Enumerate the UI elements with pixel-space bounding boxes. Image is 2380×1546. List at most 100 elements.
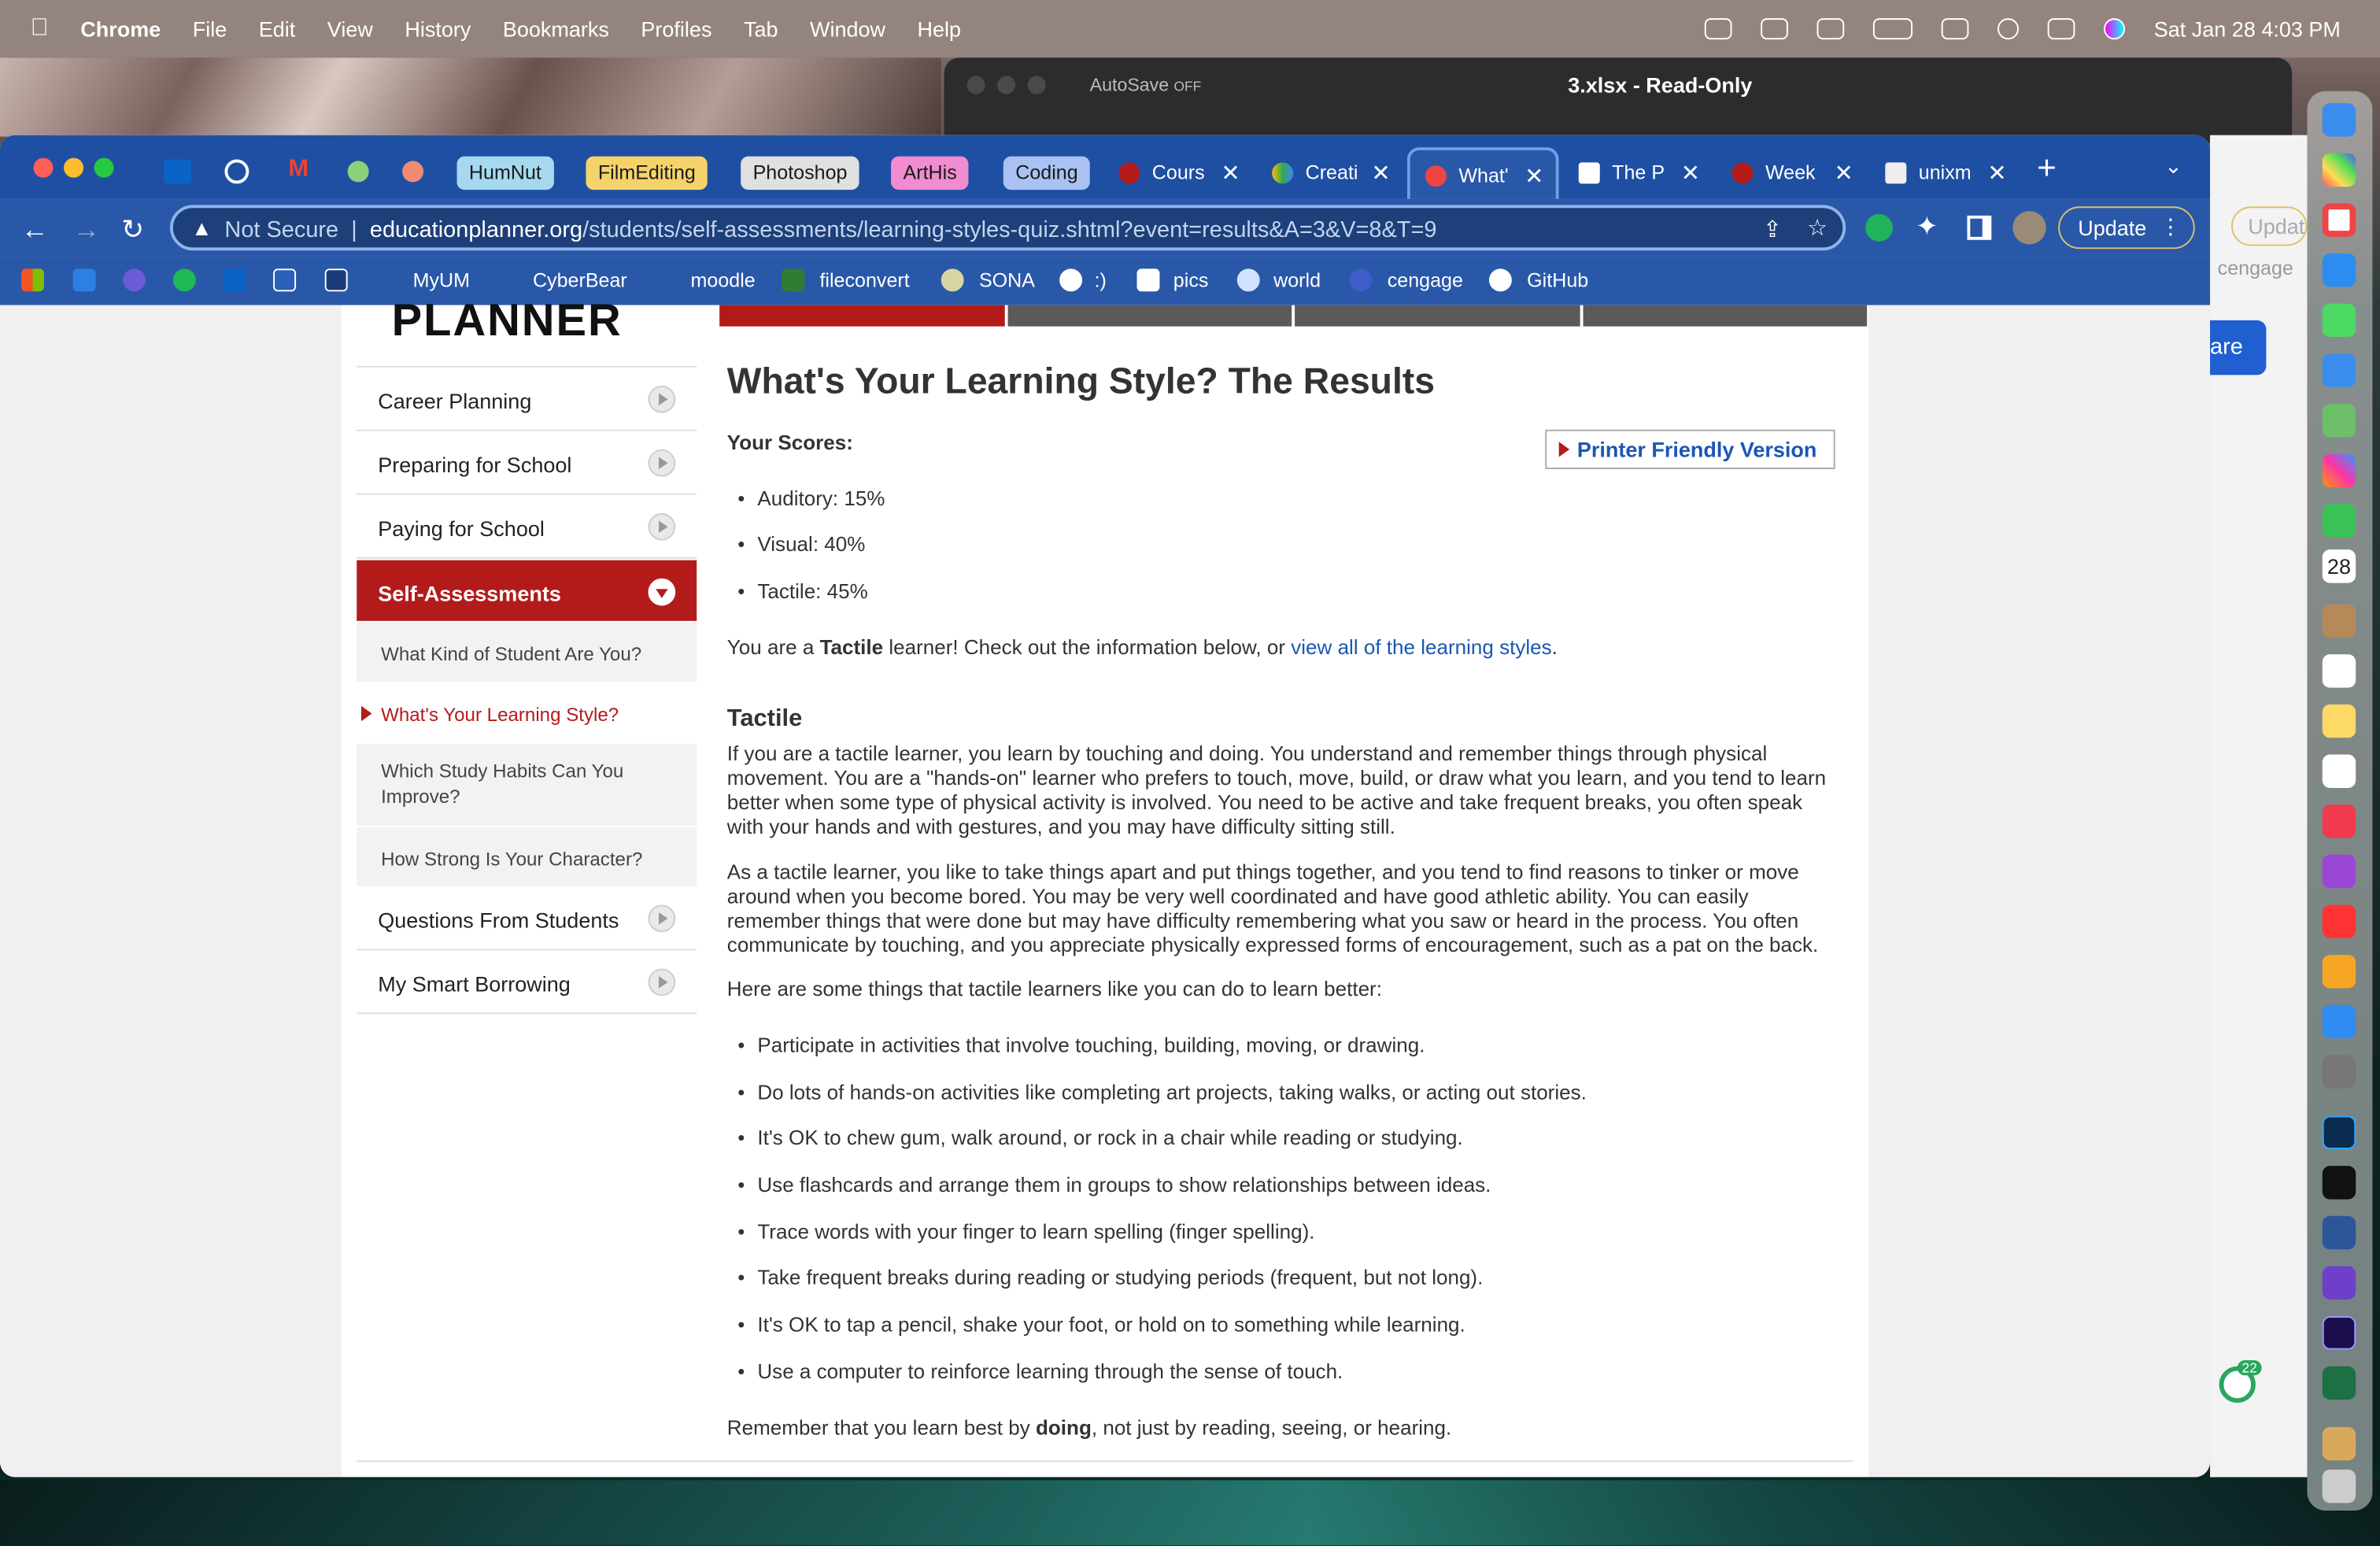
reload-icon[interactable]: ↻ bbox=[121, 214, 144, 246]
tab-group-humnut[interactable]: HumNut bbox=[456, 156, 554, 190]
menu-tab[interactable]: Tab bbox=[744, 17, 778, 41]
news-icon[interactable] bbox=[2322, 904, 2356, 938]
bookmark-fileconvert[interactable]: fileconvert bbox=[819, 268, 909, 291]
outlook-bookmark-icon[interactable] bbox=[223, 268, 246, 292]
spotify-icon[interactable] bbox=[172, 268, 196, 292]
microsoft-bookmark-icon[interactable] bbox=[21, 268, 44, 292]
apple-icon[interactable]:  bbox=[31, 15, 49, 43]
excel-minimize-button[interactable] bbox=[997, 76, 1016, 94]
link-icon[interactable] bbox=[1941, 18, 1969, 40]
outlook-tab-icon[interactable] bbox=[164, 159, 192, 184]
tab-group-coding[interactable]: Coding bbox=[1003, 156, 1091, 190]
view-all-styles-link[interactable]: view all of the learning styles bbox=[1291, 636, 1551, 659]
sidebar-subitem-learning-style[interactable]: What's Your Learning Style? bbox=[357, 682, 697, 743]
close-tab-icon[interactable]: ✕ bbox=[1987, 160, 2006, 187]
new-tab-icon[interactable]: + bbox=[2037, 149, 2057, 188]
music-icon[interactable] bbox=[2322, 804, 2356, 838]
bookmark-icon[interactable] bbox=[123, 268, 146, 292]
freeform-icon[interactable] bbox=[2322, 754, 2356, 788]
tab-group-arthis[interactable]: ArtHis bbox=[891, 156, 970, 190]
airdrop-icon[interactable] bbox=[1761, 18, 1788, 40]
tab-unixm[interactable]: unixm ✕ bbox=[1870, 147, 2019, 199]
excel-close-button[interactable] bbox=[966, 76, 985, 94]
background-bookmark[interactable]: cengage bbox=[2218, 257, 2293, 279]
app-store-icon[interactable] bbox=[2322, 1004, 2356, 1039]
menu-bookmarks[interactable]: Bookmarks bbox=[503, 17, 609, 41]
nav-tab[interactable] bbox=[1295, 305, 1580, 327]
gmail-tab-icon[interactable]: M bbox=[288, 157, 309, 184]
reminders-icon[interactable] bbox=[2322, 654, 2356, 688]
safari-icon[interactable] bbox=[2322, 253, 2356, 287]
menu-clock[interactable]: Sat Jan 28 4:03 PM bbox=[2154, 17, 2341, 41]
bookmark-moodle[interactable]: moodle bbox=[691, 268, 756, 291]
premiere-icon[interactable] bbox=[2322, 1316, 2356, 1350]
maps-icon[interactable] bbox=[2322, 404, 2356, 438]
nav-tab[interactable] bbox=[1007, 305, 1292, 327]
tab-create[interactable]: Creati ✕ bbox=[1257, 147, 1402, 199]
minimize-window-button[interactable] bbox=[64, 157, 84, 178]
photos-icon[interactable] bbox=[2322, 453, 2356, 488]
word-icon[interactable] bbox=[2322, 1215, 2356, 1250]
site-logo[interactable]: PLANNER bbox=[392, 296, 623, 335]
control-center-icon[interactable] bbox=[2047, 18, 2075, 40]
close-window-button[interactable] bbox=[33, 157, 54, 178]
excel-dock-icon[interactable] bbox=[2322, 1366, 2356, 1400]
close-tab-icon[interactable]: ✕ bbox=[1524, 162, 1543, 190]
tab-learning-style[interactable]: What' ✕ bbox=[1406, 147, 1559, 199]
github-desktop-icon[interactable] bbox=[2322, 1266, 2356, 1300]
sidebar-item-self-assessments[interactable]: Self-Assessments bbox=[357, 560, 697, 621]
close-tab-icon[interactable]: ✕ bbox=[1835, 160, 1853, 187]
bookmark-world[interactable]: world bbox=[1273, 268, 1321, 291]
menu-app-name[interactable]: Chrome bbox=[80, 17, 161, 41]
trash-icon[interactable] bbox=[2322, 1469, 2356, 1503]
menu-window[interactable]: Window bbox=[810, 17, 885, 41]
zoom-window-button[interactable] bbox=[94, 157, 114, 178]
bookmark-pics[interactable]: pics bbox=[1173, 268, 1209, 291]
close-tab-icon[interactable]: ✕ bbox=[1221, 160, 1240, 187]
chrome-dock-icon[interactable] bbox=[2322, 203, 2356, 237]
side-panel-icon[interactable] bbox=[1967, 215, 1992, 240]
extensions-icon[interactable]: ✦ bbox=[1916, 211, 1938, 243]
system-settings-icon[interactable] bbox=[2322, 1055, 2356, 1089]
excel-zoom-button[interactable] bbox=[1027, 76, 1046, 94]
sidebar-item-questions-from-students[interactable]: Questions From Students bbox=[357, 886, 697, 951]
terminal-icon[interactable] bbox=[2322, 1166, 2356, 1200]
photoshop-icon[interactable] bbox=[2322, 1115, 2356, 1149]
menu-profiles[interactable]: Profiles bbox=[641, 17, 711, 41]
launchpad-icon[interactable] bbox=[2322, 153, 2356, 187]
menu-help[interactable]: Help bbox=[918, 17, 962, 41]
mail-icon[interactable] bbox=[2322, 353, 2356, 387]
siri-icon[interactable] bbox=[2104, 18, 2126, 40]
bookmark-myum[interactable]: MyUM bbox=[413, 268, 470, 291]
bookmark-sona[interactable]: SONA bbox=[979, 268, 1035, 291]
calendar-bookmark-icon[interactable] bbox=[72, 268, 96, 292]
sidebar-subitem-character[interactable]: How Strong Is Your Character? bbox=[357, 827, 697, 887]
grammarly-extension-icon[interactable] bbox=[1865, 213, 1893, 242]
sidebar-item-preparing-for-school[interactable]: Preparing for School bbox=[357, 431, 697, 495]
notes-icon[interactable] bbox=[2322, 704, 2356, 738]
pinned-tab-icon[interactable] bbox=[402, 161, 424, 183]
tab-week[interactable]: Week ✕ bbox=[1717, 147, 1865, 199]
bookmark-smile[interactable]: :) bbox=[1095, 268, 1107, 291]
menu-file[interactable]: File bbox=[193, 17, 227, 41]
profile-avatar[interactable] bbox=[2012, 211, 2046, 245]
bank-bookmark-icon[interactable] bbox=[273, 268, 297, 292]
sidebar-item-career-planning[interactable]: Career Planning bbox=[357, 367, 697, 431]
menu-history[interactable]: History bbox=[405, 17, 471, 41]
creative-cloud-icon[interactable] bbox=[1704, 18, 1732, 40]
tab-search-chevron-icon[interactable]: ⌄ bbox=[2164, 153, 2182, 179]
menu-view[interactable]: View bbox=[327, 17, 373, 41]
menu-edit[interactable]: Edit bbox=[259, 17, 296, 41]
tab-group-photoshop[interactable]: Photoshop bbox=[741, 156, 859, 190]
bookmark-cyberbear[interactable]: CyberBear bbox=[533, 268, 627, 291]
background-update-button[interactable]: Updat bbox=[2231, 206, 2308, 246]
calendar-icon[interactable]: 28 bbox=[2322, 549, 2356, 583]
update-button[interactable]: Update ⋮ bbox=[2058, 206, 2195, 250]
facetime-icon[interactable] bbox=[2322, 504, 2356, 538]
nav-tab-active[interactable] bbox=[719, 305, 1004, 327]
bookmark-github[interactable]: GitHub bbox=[1527, 268, 1588, 291]
sidebar-subitem-student-type[interactable]: What Kind of Student Are You? bbox=[357, 622, 697, 682]
play-icon[interactable] bbox=[1816, 18, 1845, 40]
messages-icon[interactable] bbox=[2322, 303, 2356, 338]
excel-autosave-label[interactable]: AutoSave OFF bbox=[1090, 75, 1202, 96]
